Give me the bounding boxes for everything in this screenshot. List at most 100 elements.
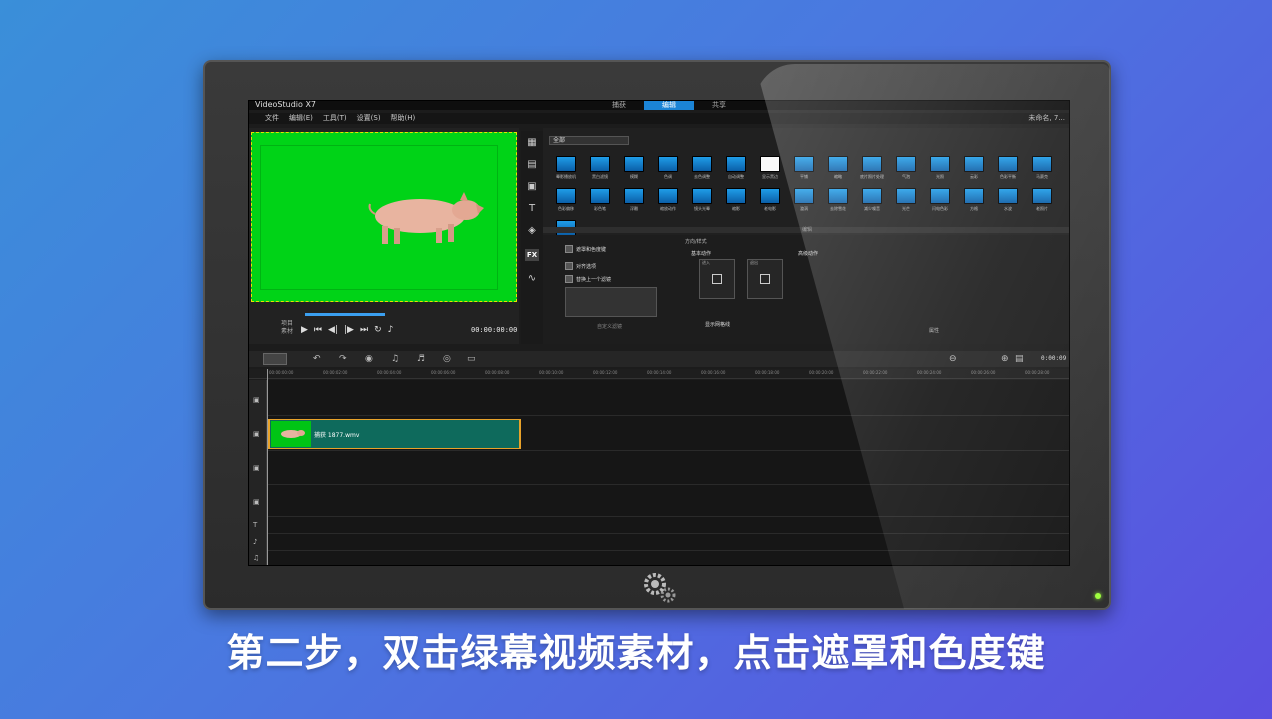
effect-thumbnail[interactable]: 方格 (957, 188, 991, 216)
transition-icon[interactable]: ▣ (525, 181, 539, 193)
fx-icon[interactable]: FX (525, 249, 539, 261)
show-grid-checkbox[interactable]: 显示网格线 (705, 321, 730, 328)
timecode-display[interactable]: 00:00:00:00 (471, 326, 517, 334)
motion-tracking-icon[interactable]: ◎ (443, 354, 451, 364)
effect-thumbnail[interactable]: 平铺 (787, 156, 821, 184)
effect-label: 去色调整 (694, 174, 710, 179)
redo-icon[interactable]: ↷ (339, 354, 347, 364)
effect-thumbnail[interactable]: 晕影播放机 (549, 156, 583, 184)
effect-thumbnail[interactable]: 镜头光晕 (685, 188, 719, 216)
auto-music-icon[interactable]: ♬ (417, 354, 425, 364)
subtitle-editor-icon[interactable]: ▭ (467, 354, 476, 364)
effect-thumbnail[interactable]: 缩放动作 (651, 188, 685, 216)
direction-center[interactable] (712, 274, 722, 284)
undo-icon[interactable]: ↶ (313, 354, 321, 364)
tab-share[interactable]: 共享 (694, 101, 744, 110)
advanced-motion-radio[interactable]: 高级动作 (798, 250, 818, 257)
effect-thumbnail[interactable]: 马赛克 (1025, 156, 1059, 184)
effect-thumbnail[interactable]: 浮雕 (617, 188, 651, 216)
prev-frame-icon[interactable]: ◀| (328, 325, 338, 335)
instant-project-icon[interactable]: ▤ (525, 159, 539, 171)
menu-file[interactable]: 文件 (265, 113, 279, 124)
scrub-bar[interactable] (305, 313, 385, 316)
tab-capture[interactable]: 捕获 (594, 101, 644, 110)
fit-project-icon[interactable]: ▤ (1015, 354, 1024, 364)
effect-thumbnail[interactable]: 减少噪音 (855, 188, 889, 216)
ruler-tick-label: 00:00:26:00 (971, 370, 996, 375)
basic-motion-radio[interactable]: 基本动作 (691, 250, 711, 257)
video-track-icon[interactable]: ▣ (253, 396, 260, 404)
mask-chroma-option[interactable]: 遮罩和色度键 (565, 245, 606, 253)
menu-edit[interactable]: 编辑(E) (289, 113, 313, 124)
menu-settings[interactable]: 设置(S) (357, 113, 381, 124)
timeline-ruler[interactable]: 00:00:00:00 00:00:02:00 00:00:04:00 00:00:0… (249, 369, 1069, 379)
ruler-tick-label: 00:00:16:00 (701, 370, 726, 375)
effect-thumbnail[interactable]: 缩影 (719, 188, 753, 216)
playhead[interactable] (267, 369, 268, 565)
applied-filter-list[interactable] (565, 287, 657, 317)
effect-thumbnail[interactable]: 显示黑边 (753, 156, 787, 184)
effect-thumbnail[interactable]: 去除雪花 (821, 188, 855, 216)
effect-thumbnail[interactable]: 模糊 (617, 156, 651, 184)
zoom-in-icon[interactable]: ⊕ (1001, 354, 1009, 364)
overlay-track-2-icon[interactable]: ▣ (253, 464, 260, 472)
title-track-icon[interactable]: T (253, 521, 257, 529)
attribute-tab[interactable]: 属性 (929, 327, 939, 334)
effect-thumbnail[interactable]: 气泡 (889, 156, 923, 184)
mode-project[interactable]: 项目 (281, 320, 293, 328)
end-icon[interactable]: ⏭ (360, 325, 368, 335)
effect-thumbnail[interactable]: 黑白滤镜 (583, 156, 617, 184)
record-capture-icon[interactable]: ◉ (365, 354, 373, 364)
zoom-out-icon[interactable]: ⊖ (949, 354, 957, 364)
timeline-view-button[interactable] (263, 353, 287, 365)
alignment-option[interactable]: 对齐选项 (565, 262, 596, 270)
effect-thumbnail[interactable]: 缩略 (821, 156, 855, 184)
effect-thumbnail[interactable]: 光照 (923, 156, 957, 184)
effect-label: 缩影 (732, 206, 740, 211)
sound-mixer-icon[interactable]: ♫ (391, 354, 399, 364)
effect-preview-icon (896, 188, 916, 204)
replace-last-filter-checkbox[interactable]: 替换上一个滤镜 (565, 275, 611, 283)
overlay-track-3-icon[interactable]: ▣ (253, 498, 260, 506)
effect-thumbnail[interactable]: 去色调整 (685, 156, 719, 184)
effect-thumbnail[interactable]: 彩色笔 (583, 188, 617, 216)
library-filter-dropdown[interactable]: 全部 (549, 136, 629, 145)
media-icon[interactable]: ▦ (525, 137, 539, 149)
voice-track-icon[interactable]: ♪ (253, 538, 257, 546)
play-icon[interactable]: ▶ (301, 325, 308, 335)
effect-thumbnail[interactable]: 水波 (991, 188, 1025, 216)
path-icon[interactable]: ∿ (525, 273, 539, 285)
effect-thumbnail[interactable]: 自动调整 (719, 156, 753, 184)
effect-preview-icon (930, 188, 950, 204)
effect-thumbnail[interactable]: 色彩偏移 (549, 188, 583, 216)
enter-direction-pad[interactable]: 进入 (699, 259, 735, 299)
preview-window[interactable] (251, 132, 517, 302)
effect-thumbnail[interactable]: 漩涡 (787, 188, 821, 216)
effect-thumbnail[interactable]: 底片照片处理 (855, 156, 889, 184)
effect-thumbnail[interactable]: 色调 (651, 156, 685, 184)
menu-tools[interactable]: 工具(T) (323, 113, 347, 124)
effect-thumbnail[interactable]: 老照片 (1025, 188, 1059, 216)
green-screen-clip[interactable]: 捕获 1877.wmv (268, 419, 521, 449)
options-tab-bar[interactable]: 编辑 (543, 227, 1069, 233)
music-track-icon[interactable]: ♫ (253, 554, 259, 562)
effect-thumbnail[interactable]: 云彩 (957, 156, 991, 184)
effect-thumbnail[interactable]: 老电影 (753, 188, 787, 216)
exit-direction-pad[interactable]: 退出 (747, 259, 783, 299)
customize-filter-button[interactable]: 自定义滤镜 (597, 323, 622, 330)
next-frame-icon[interactable]: |▶ (344, 325, 354, 335)
home-icon[interactable]: ⏮ (314, 325, 322, 335)
effect-thumbnail[interactable]: 光芒 (889, 188, 923, 216)
graphic-icon[interactable]: ◈ (525, 225, 539, 237)
repeat-icon[interactable]: ↻ (374, 325, 382, 335)
mode-clip[interactable]: 素材 (281, 328, 293, 336)
title-icon[interactable]: T (525, 203, 539, 215)
menu-bar: 文件 编辑(E) 工具(T) 设置(S) 帮助(H) (249, 113, 1069, 124)
menu-help[interactable]: 帮助(H) (391, 113, 416, 124)
overlay-track-icon[interactable]: ▣ (253, 430, 260, 438)
effect-thumbnail[interactable]: 色彩平衡 (991, 156, 1025, 184)
direction-center-exit[interactable] (760, 274, 770, 284)
volume-icon[interactable]: ♪ (388, 325, 394, 335)
tab-edit[interactable]: 编辑 (644, 101, 694, 110)
effect-thumbnail[interactable]: 闪电色彩 (923, 188, 957, 216)
